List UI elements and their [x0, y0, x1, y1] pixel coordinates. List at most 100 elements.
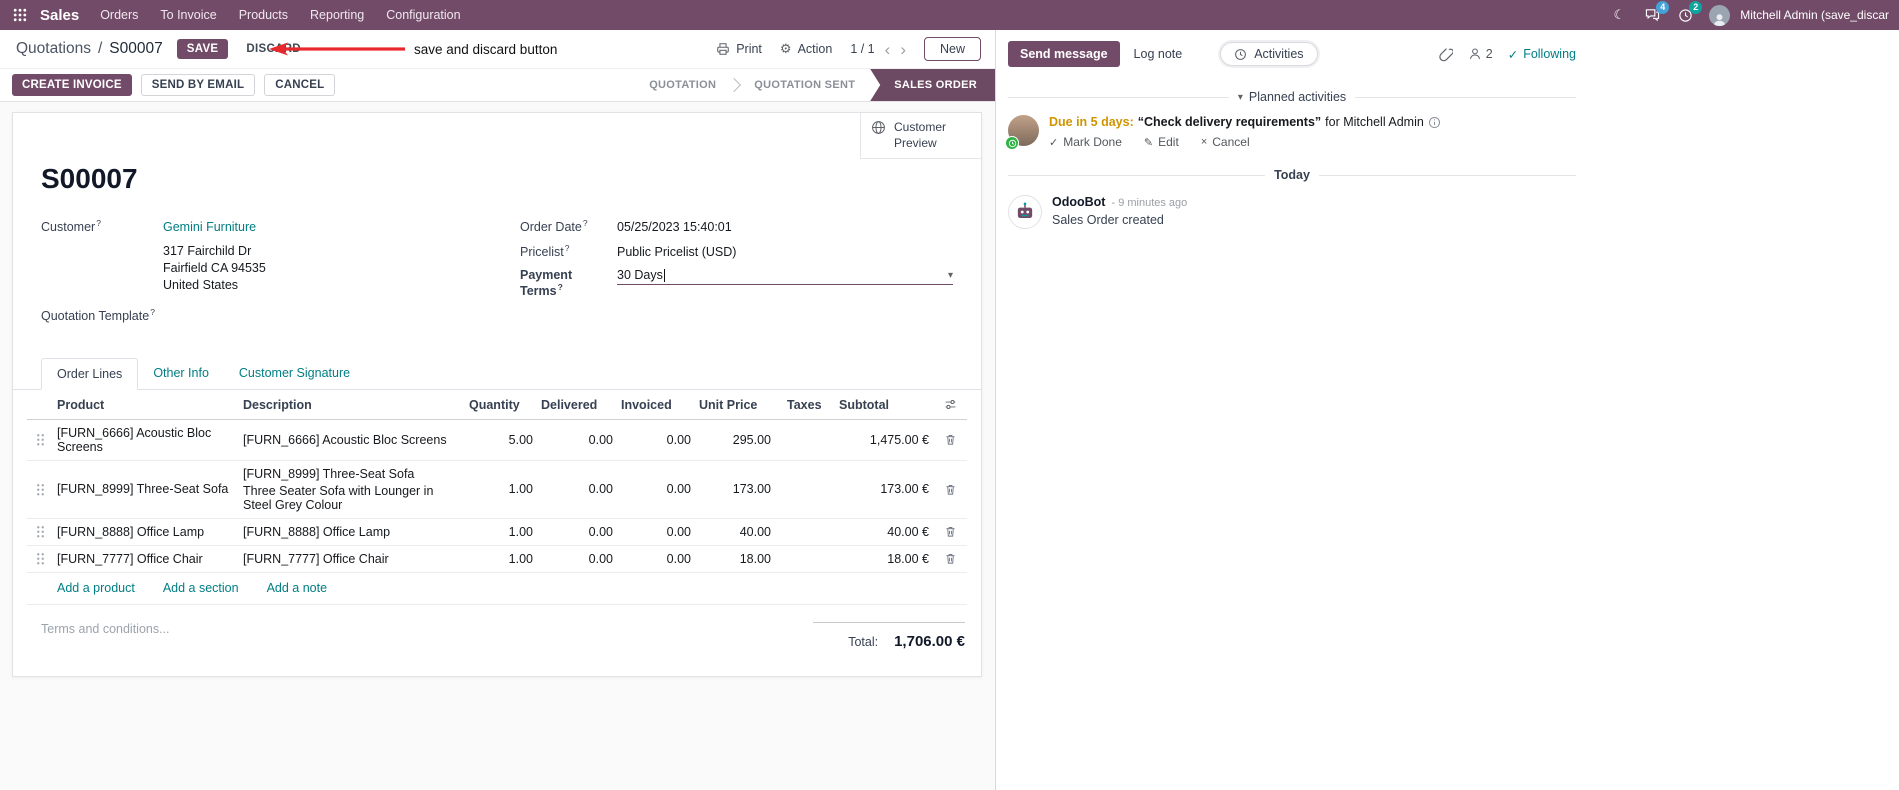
drag-handle[interactable]	[27, 545, 53, 573]
edit-activity-button[interactable]: ✎ Edit	[1144, 135, 1179, 149]
dropdown-caret-icon[interactable]: ▾	[948, 270, 953, 281]
new-button[interactable]: New	[923, 37, 981, 61]
cell-quantity[interactable]: 1.00	[465, 518, 537, 546]
tab-other-info[interactable]: Other Info	[138, 358, 224, 390]
add-a-note-link[interactable]: Add a note	[267, 581, 327, 595]
following-button[interactable]: ✓ Following	[1508, 47, 1576, 62]
cell-product[interactable]: [FURN_7777] Office Chair	[53, 545, 239, 573]
cell-product[interactable]: [FURN_8888] Office Lamp	[53, 518, 239, 546]
menu-to-invoice[interactable]: To Invoice	[149, 0, 227, 30]
date-divider-label: Today	[1274, 168, 1310, 182]
optional-columns-button[interactable]	[933, 389, 967, 420]
send-by-email-button[interactable]: SEND BY EMAIL	[140, 74, 256, 96]
terms-and-conditions-placeholder[interactable]: Terms and conditions...	[41, 622, 170, 636]
cell-subtotal[interactable]: 40.00 €	[835, 518, 933, 546]
cell-product[interactable]: [FURN_6666] Acoustic Bloc Screens	[53, 419, 239, 461]
messages-button[interactable]: 4	[1637, 0, 1670, 30]
pricelist-field-value[interactable]: Public Pricelist (USD)	[617, 245, 736, 259]
drag-handle[interactable]	[27, 419, 53, 461]
cell-delivered[interactable]: 0.00	[537, 419, 617, 461]
cell-description[interactable]: [FURN_7777] Office Chair	[239, 545, 465, 573]
customer-field-value[interactable]: Gemini Furniture	[163, 220, 256, 234]
delete-line-button[interactable]	[933, 419, 967, 461]
menu-orders[interactable]: Orders	[89, 0, 149, 30]
order-line-row[interactable]: [FURN_8999] Three-Seat Sofa [FURN_8999] …	[27, 460, 967, 519]
cell-delivered[interactable]: 0.00	[537, 518, 617, 546]
activities-button[interactable]: 2	[1670, 0, 1703, 30]
pager-previous-button[interactable]: ‹	[885, 41, 891, 58]
log-note-button[interactable]: Log note	[1124, 41, 1193, 67]
pager-next-button[interactable]: ›	[900, 41, 906, 58]
customer-preview-button[interactable]: Customer Preview	[860, 113, 981, 160]
drag-handle[interactable]	[27, 518, 53, 546]
apps-menu-button[interactable]	[6, 0, 34, 30]
order-line-row[interactable]: [FURN_8888] Office Lamp [FURN_8888] Offi…	[27, 518, 967, 546]
create-invoice-button[interactable]: CREATE INVOICE	[12, 74, 132, 96]
cell-invoiced[interactable]: 0.00	[617, 545, 695, 573]
cell-product[interactable]: [FURN_8999] Three-Seat Sofa	[53, 460, 239, 519]
breadcrumb-quotations[interactable]: Quotations	[16, 40, 91, 58]
cell-taxes[interactable]	[775, 460, 835, 519]
cell-quantity[interactable]: 1.00	[465, 460, 537, 519]
delete-line-button[interactable]	[933, 460, 967, 519]
delete-line-button[interactable]	[933, 545, 967, 573]
discard-button[interactable]: DISCARD	[238, 39, 309, 59]
mark-done-button[interactable]: ✓ Mark Done	[1049, 135, 1122, 149]
activities-tab[interactable]: Activities	[1220, 42, 1318, 66]
cell-invoiced[interactable]: 0.00	[617, 460, 695, 519]
order-line-row[interactable]: [FURN_7777] Office Chair [FURN_7777] Off…	[27, 545, 967, 573]
cell-taxes[interactable]	[775, 419, 835, 461]
action-button[interactable]: ⚙ Action	[780, 41, 832, 57]
cell-delivered[interactable]: 0.00	[537, 460, 617, 519]
menu-products[interactable]: Products	[228, 0, 299, 30]
save-button[interactable]: SAVE	[176, 39, 229, 59]
stage-quotation[interactable]: QUOTATION	[636, 69, 729, 101]
menu-reporting[interactable]: Reporting	[299, 0, 375, 30]
dark-mode-toggle[interactable]: ☾	[1604, 0, 1634, 30]
print-button[interactable]: Print	[716, 42, 762, 56]
add-a-product-link[interactable]: Add a product	[57, 581, 135, 595]
info-icon[interactable]	[1428, 116, 1441, 129]
help-marker-icon: ?	[557, 282, 563, 293]
tab-customer-signature[interactable]: Customer Signature	[224, 358, 365, 390]
cell-taxes[interactable]	[775, 545, 835, 573]
moon-icon: ☾	[1613, 7, 1626, 22]
tab-order-lines[interactable]: Order Lines	[41, 357, 139, 390]
user-avatar[interactable]	[1709, 4, 1731, 26]
user-menu[interactable]: Mitchell Admin (save_discar	[1740, 8, 1889, 22]
payment-terms-input[interactable]: 30 Days ▾	[617, 268, 953, 286]
cell-subtotal[interactable]: 18.00 €	[835, 545, 933, 573]
drag-handle[interactable]	[27, 460, 53, 519]
cell-subtotal[interactable]: 1,475.00 €	[835, 419, 933, 461]
cancel-button[interactable]: CANCEL	[264, 74, 336, 96]
cell-unit-price[interactable]: 18.00	[695, 545, 775, 573]
cell-unit-price[interactable]: 173.00	[695, 460, 775, 519]
order-line-row[interactable]: [FURN_6666] Acoustic Bloc Screens [FURN_…	[27, 419, 967, 461]
attachments-button[interactable]	[1438, 47, 1453, 62]
stage-sales-order[interactable]: SALES ORDER	[870, 69, 995, 101]
cancel-activity-button[interactable]: × Cancel	[1201, 135, 1250, 149]
stage-quotation-sent[interactable]: QUOTATION SENT	[741, 69, 868, 101]
form-sheet: Customer Preview S00007 Customer? Gemini…	[12, 112, 982, 677]
cell-description[interactable]: [FURN_6666] Acoustic Bloc Screens	[239, 419, 465, 461]
app-name[interactable]: Sales	[40, 7, 79, 24]
menu-configuration[interactable]: Configuration	[375, 0, 471, 30]
cell-invoiced[interactable]: 0.00	[617, 419, 695, 461]
add-a-section-link[interactable]: Add a section	[163, 581, 239, 595]
cell-description[interactable]: [FURN_8999] Three-Seat Sofa Three Seater…	[239, 460, 465, 519]
cell-subtotal[interactable]: 173.00 €	[835, 460, 933, 519]
cell-quantity[interactable]: 5.00	[465, 419, 537, 461]
cell-unit-price[interactable]: 40.00	[695, 518, 775, 546]
planned-activities-toggle[interactable]: ▾ Planned activities	[1238, 90, 1346, 104]
followers-button[interactable]: 2	[1468, 47, 1493, 61]
send-message-button[interactable]: Send message	[1008, 41, 1120, 67]
message-author[interactable]: OdooBot	[1052, 195, 1105, 209]
cell-taxes[interactable]	[775, 518, 835, 546]
delete-line-button[interactable]	[933, 518, 967, 546]
cell-invoiced[interactable]: 0.00	[617, 518, 695, 546]
cell-unit-price[interactable]: 295.00	[695, 419, 775, 461]
cell-quantity[interactable]: 1.00	[465, 545, 537, 573]
cell-delivered[interactable]: 0.00	[537, 545, 617, 573]
order-date-field-value[interactable]: 05/25/2023 15:40:01	[617, 220, 732, 234]
cell-description[interactable]: [FURN_8888] Office Lamp	[239, 518, 465, 546]
